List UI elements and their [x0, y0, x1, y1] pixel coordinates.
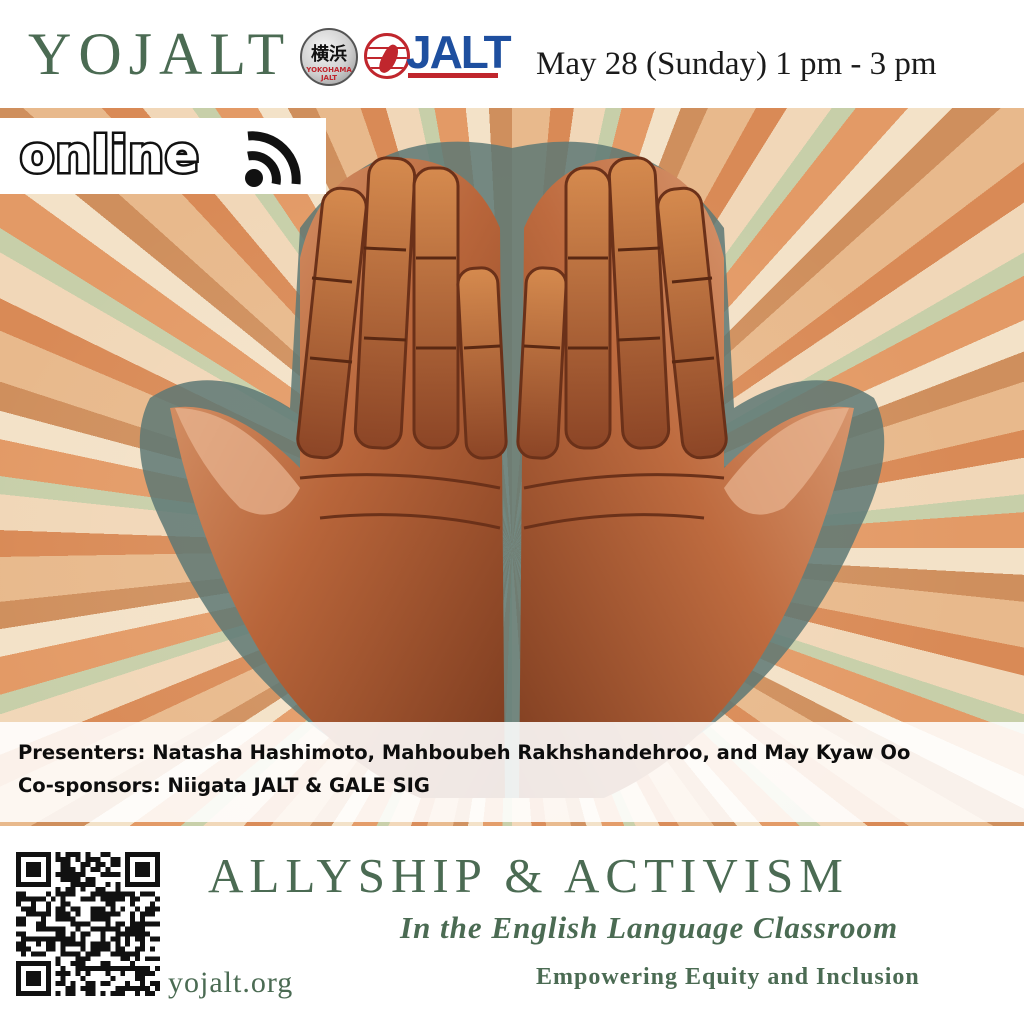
event-subtitle: In the English Language Classroom: [400, 910, 899, 945]
yokohama-logo-sub: YOKOHAMA JALT: [306, 66, 352, 82]
jalt-logo: JALT: [364, 27, 512, 81]
hands-artwork: [0, 108, 1024, 826]
globe-icon: [364, 33, 410, 79]
presenters-text: Presenters: Natasha Hashimoto, Mahboubeh…: [18, 741, 911, 764]
open-hands-illustration: [139, 141, 885, 799]
yokohama-jalt-logo: 横浜 YOKOHAMA JALT: [300, 28, 358, 86]
jalt-logo-word: JALT: [406, 26, 512, 78]
qr-code[interactable]: [16, 852, 160, 996]
cosponsors-text: Co-sponsors: Niigata JALT & GALE SIG: [18, 774, 430, 797]
website-link[interactable]: yojalt.org: [168, 966, 293, 1000]
credits-band: [0, 722, 1024, 822]
jalt-logo-underline: [408, 73, 498, 78]
event-datetime: May 28 (Sunday) 1 pm - 3 pm: [536, 46, 937, 82]
online-label: online: [18, 124, 202, 187]
brand-title: YOJALT: [28, 21, 292, 87]
yokohama-logo-kanji: 横浜: [311, 44, 347, 65]
wifi-signal-icon: [245, 131, 301, 187]
event-tagline: Empowering Equity and Inclusion: [536, 964, 920, 990]
event-title: ALLYSHIP & ACTIVISM: [208, 848, 849, 903]
online-badge: online: [0, 118, 326, 194]
